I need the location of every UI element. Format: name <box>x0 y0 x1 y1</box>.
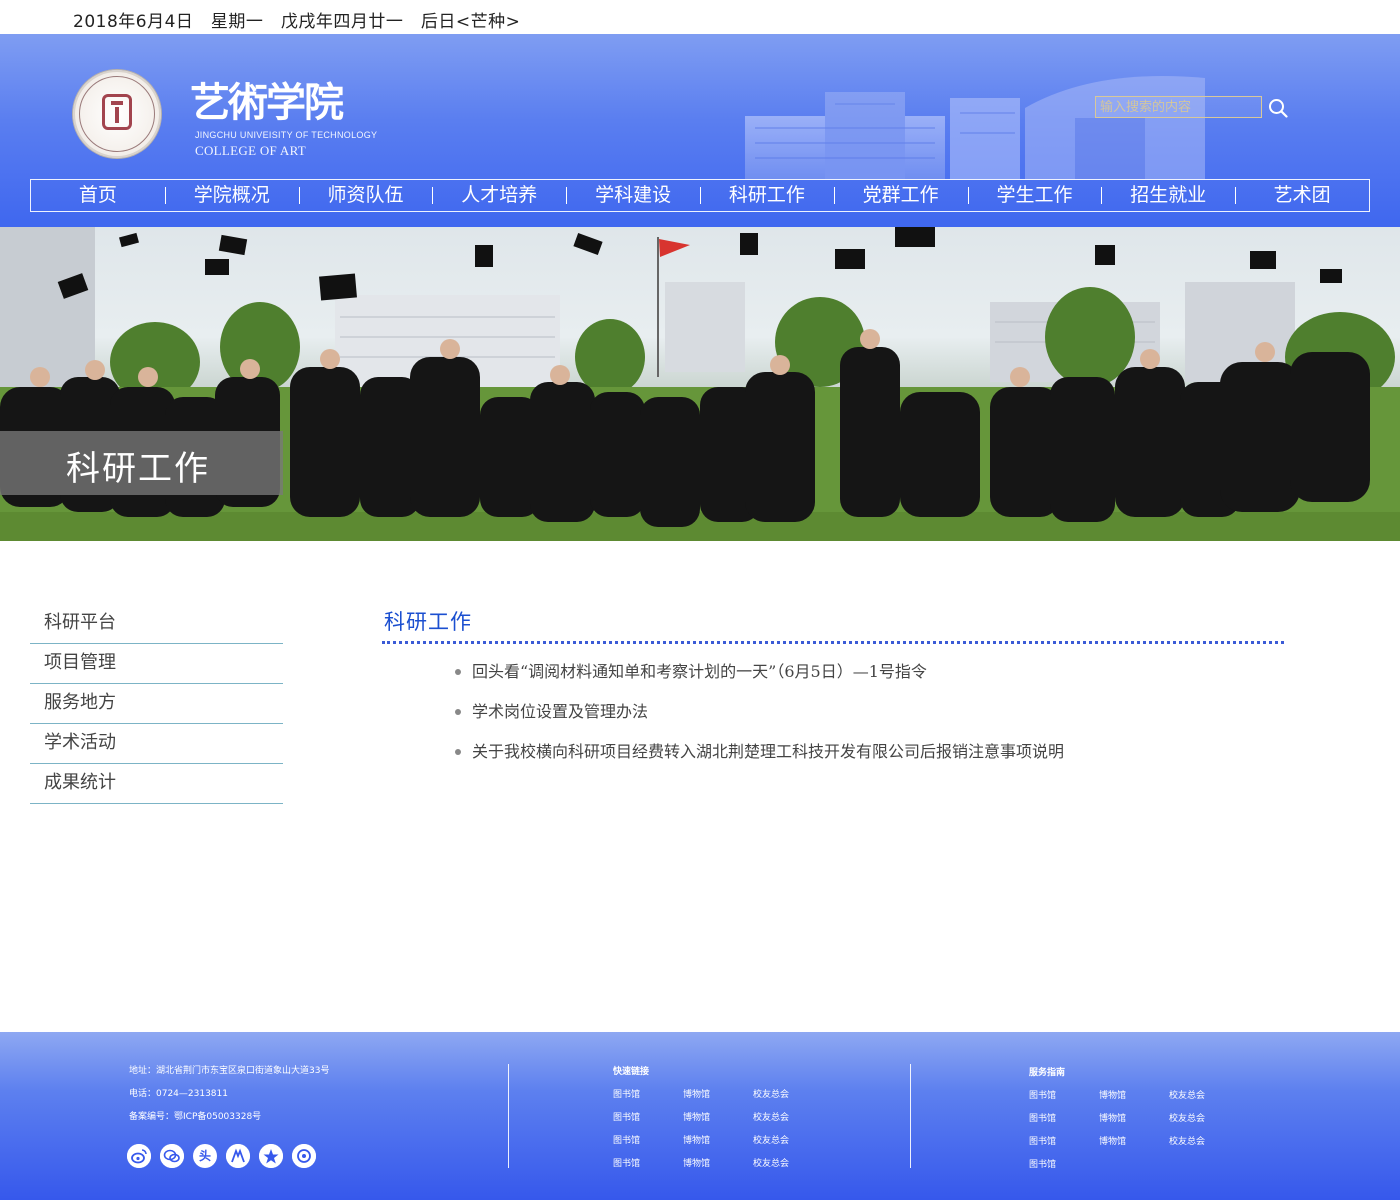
sidebar-item-academic-activities[interactable]: 学术活动 <box>30 724 283 764</box>
star-icon[interactable] <box>259 1144 283 1168</box>
section-label: 科研工作 <box>66 449 210 489</box>
search-input[interactable] <box>1095 96 1262 118</box>
article-list: 回头看“调阅材料通知单和考察计划的一天”（6月5日）—1号指令 学术岗位设置及管… <box>382 660 1284 780</box>
article-link[interactable]: 学术岗位设置及管理办法 <box>472 702 648 721</box>
nav-item-college-overview[interactable]: 学院概况 <box>164 180 299 211</box>
footer-link-library[interactable]: 图书馆 <box>1029 1157 1056 1170</box>
footer-link-museum[interactable]: 博物馆 <box>1099 1111 1126 1124</box>
weibo-icon[interactable] <box>127 1144 151 1168</box>
footer-link-alumni[interactable]: 校友总会 <box>753 1156 789 1169</box>
date-bar: 2018年6月4日 星期一 戊戌年四月廿一 后日<芒种> <box>0 0 1400 34</box>
quick-links-title: 快速链接 <box>613 1067 650 1077</box>
footer-address: 地址：湖北省荆门市东宝区泉口街道象山大道33号 <box>129 1066 330 1076</box>
date-text: 2018年6月4日 星期一 戊戌年四月廿一 后日<芒种> <box>73 12 521 32</box>
nav-item-admissions[interactable]: 招生就业 <box>1101 180 1235 211</box>
nav-item-party-work[interactable]: 党群工作 <box>833 180 968 211</box>
sidebar-item-research-platform[interactable]: 科研平台 <box>30 604 283 644</box>
footer-link-museum[interactable]: 博物馆 <box>683 1110 710 1123</box>
main-nav: 首页 学院概况 师资队伍 人才培养 学科建设 科研工作 党群工作 学生工作 招生… <box>30 179 1370 212</box>
footer-divider <box>508 1064 509 1168</box>
footer-divider <box>910 1064 911 1168</box>
list-item: 学术岗位设置及管理办法 <box>454 700 1284 740</box>
logo-english-university: JINGCHU UNIVEISITY OF TECHNOLOGY <box>195 130 378 140</box>
nav-item-art-troupe[interactable]: 艺术团 <box>1235 180 1369 211</box>
site-header: 艺術学院 JINGCHU UNIVEISITY OF TECHNOLOGY CO… <box>0 34 1400 227</box>
nav-item-home[interactable]: 首页 <box>31 180 165 211</box>
footer-link-museum[interactable]: 博物馆 <box>683 1156 710 1169</box>
sidebar-menu: 科研平台 项目管理 服务地方 学术活动 成果统计 <box>30 604 283 804</box>
sidebar-item-achievement-stats[interactable]: 成果统计 <box>30 764 283 804</box>
nav-item-faculty[interactable]: 师资队伍 <box>298 180 433 211</box>
footer-phone: 电话：0724—2313811 <box>129 1089 228 1099</box>
service-guide-title: 服务指南 <box>1029 1068 1066 1078</box>
title-divider <box>382 640 1284 644</box>
renren-icon[interactable] <box>226 1144 250 1168</box>
footer-link-library[interactable]: 图书馆 <box>613 1110 640 1123</box>
footer-link-alumni[interactable]: 校友总会 <box>1169 1134 1205 1147</box>
wechat-icon[interactable] <box>160 1144 184 1168</box>
list-item: 关于我校横向科研项目经费转入湖北荆楚理工科技开发有限公司后报销注意事项说明 <box>454 740 1284 780</box>
footer-link-library[interactable]: 图书馆 <box>613 1156 640 1169</box>
search-icon[interactable] <box>1268 98 1288 118</box>
sidebar-item-project-management[interactable]: 项目管理 <box>30 644 283 684</box>
nav-item-talent-training[interactable]: 人才培养 <box>432 180 566 211</box>
college-seal-logo <box>73 70 161 158</box>
article-link[interactable]: 关于我校横向科研项目经费转入湖北荆楚理工科技开发有限公司后报销注意事项说明 <box>472 742 1064 761</box>
sidebar-item-local-service[interactable]: 服务地方 <box>30 684 283 724</box>
toutiao-icon[interactable]: 头 <box>193 1144 217 1168</box>
page-title: 科研工作 <box>384 610 472 634</box>
footer-link-museum[interactable]: 博物馆 <box>683 1133 710 1146</box>
main-content: 科研工作 回头看“调阅材料通知单和考察计划的一天”（6月5日）—1号指令 学术岗… <box>382 604 1284 780</box>
footer-link-library[interactable]: 图书馆 <box>613 1133 640 1146</box>
footer-link-alumni[interactable]: 校友总会 <box>1169 1111 1205 1124</box>
logo-english-college: COLLEGE OF ART <box>195 143 307 158</box>
college-calligraphy-logo: 艺術学院 <box>190 78 350 126</box>
footer-link-library[interactable]: 图书馆 <box>1029 1134 1056 1147</box>
footer-link-alumni[interactable]: 校友总会 <box>753 1087 789 1100</box>
site-footer: 地址：湖北省荆门市东宝区泉口街道象山大道33号 电话：0724—2313811 … <box>0 1032 1400 1200</box>
svg-text:艺術学院: 艺術学院 <box>190 79 344 124</box>
article-link[interactable]: 回头看“调阅材料通知单和考察计划的一天”（6月5日）—1号指令 <box>472 662 927 681</box>
footer-link-library[interactable]: 图书馆 <box>1029 1111 1056 1124</box>
nav-item-research[interactable]: 科研工作 <box>699 180 834 211</box>
footer-link-museum[interactable]: 博物馆 <box>1099 1134 1126 1147</box>
footer-link-alumni[interactable]: 校友总会 <box>753 1110 789 1123</box>
footer-link-museum[interactable]: 博物馆 <box>1099 1088 1126 1101</box>
share-icon[interactable] <box>292 1144 316 1168</box>
footer-link-alumni[interactable]: 校友总会 <box>753 1133 789 1146</box>
footer-icp: 备案编号：鄂ICP备05003328号 <box>129 1112 262 1122</box>
campus-building-graphic <box>735 68 1215 180</box>
list-item: 回头看“调阅材料通知单和考察计划的一天”（6月5日）—1号指令 <box>454 660 1284 700</box>
footer-link-library[interactable]: 图书馆 <box>613 1087 640 1100</box>
footer-link-alumni[interactable]: 校友总会 <box>1169 1088 1205 1101</box>
footer-link-library[interactable]: 图书馆 <box>1029 1088 1056 1101</box>
nav-item-discipline[interactable]: 学科建设 <box>566 180 700 211</box>
graduation-banner: 科研工作 <box>0 227 1400 541</box>
footer-link-museum[interactable]: 博物馆 <box>683 1087 710 1100</box>
nav-item-student-work[interactable]: 学生工作 <box>967 180 1102 211</box>
